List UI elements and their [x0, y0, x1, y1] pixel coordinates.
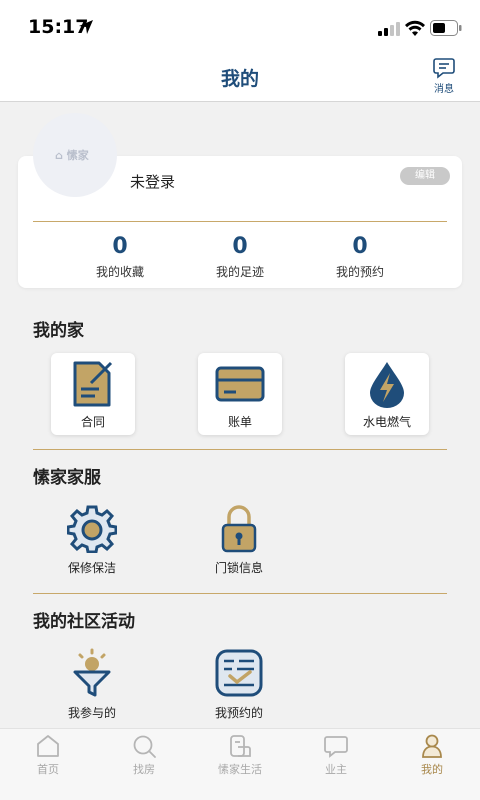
stat-favorites-label: 我的收藏 [95, 265, 144, 279]
tile-bill[interactable]: 账单 [198, 353, 282, 435]
edit-button[interactable]: 编辑 [400, 167, 450, 185]
nav-bar: 我的 消息 [0, 52, 480, 102]
page-title: 我的 [220, 68, 259, 90]
tab-owner[interactable]: 业主 [288, 733, 384, 777]
battery-icon [430, 20, 462, 36]
message-button[interactable]: 消息 [428, 56, 460, 96]
community-reserved[interactable]: 我预约的 [184, 648, 294, 721]
tile-utilities[interactable]: 水电燃气 [345, 353, 429, 435]
message-label: 消息 [434, 84, 454, 95]
service-door-lock-label: 门锁信息 [214, 561, 263, 575]
brand-logo: ⌂ 愫家 [55, 149, 89, 162]
tile-contract[interactable]: 合同 [51, 353, 135, 435]
stat-favorites[interactable]: 0 我的收藏 [60, 234, 180, 280]
section-title-my-home: 我的家 [33, 321, 84, 341]
status-bar: 15:17 [0, 0, 480, 52]
community-participated[interactable]: 我参与的 [37, 648, 147, 721]
stat-favorites-value: 0 [112, 234, 128, 259]
service-door-lock[interactable]: 门锁信息 [184, 503, 294, 576]
tab-mine-label: 我的 [421, 763, 443, 776]
stat-reservations[interactable]: 0 我的预约 [300, 234, 420, 280]
utilities-drop-icon [370, 362, 404, 408]
section-title-services: 愫家家服 [33, 468, 101, 488]
stat-footprint[interactable]: 0 我的足迹 [180, 234, 300, 280]
tab-home[interactable]: 首页 [0, 733, 96, 777]
life-icon [230, 735, 251, 757]
home-icon [37, 735, 59, 757]
section-title-community: 我的社区活动 [33, 612, 135, 632]
tab-home-label: 首页 [37, 763, 59, 776]
tab-bar: 首页 找房 愫家生活 业主 我的 [0, 728, 480, 800]
service-repair-cleaning[interactable]: 保修保洁 [37, 503, 147, 576]
section-divider-2 [33, 593, 447, 594]
cellular-signal-icon [378, 22, 400, 36]
search-icon [133, 735, 156, 758]
stat-footprint-label: 我的足迹 [215, 265, 264, 279]
tab-life[interactable]: 愫家生活 [192, 733, 288, 777]
stat-reservations-label: 我的预约 [335, 265, 384, 279]
tile-bill-label: 账单 [227, 415, 252, 429]
service-repair-cleaning-label: 保修保洁 [67, 561, 116, 575]
tab-find-house-label: 找房 [133, 763, 155, 776]
tab-find-house[interactable]: 找房 [96, 733, 192, 777]
tab-owner-label: 业主 [325, 763, 347, 776]
tab-life-label: 愫家生活 [218, 763, 262, 776]
login-status[interactable]: 未登录 [130, 171, 175, 192]
lock-icon [221, 505, 257, 553]
community-participated-label: 我参与的 [67, 706, 116, 720]
tile-contract-label: 合同 [80, 415, 105, 429]
person-icon [422, 734, 442, 758]
reservation-icon [215, 649, 263, 697]
participate-icon [73, 648, 111, 697]
chat-icon [324, 736, 348, 758]
wifi-icon [405, 20, 425, 36]
section-divider-1 [33, 449, 447, 450]
message-icon [433, 58, 455, 79]
stat-footprint-value: 0 [232, 234, 248, 259]
community-reserved-label: 我预约的 [214, 706, 263, 720]
brand-logo-text: 愫家 [66, 149, 89, 162]
profile-divider [33, 221, 447, 222]
location-arrow-icon [79, 20, 93, 34]
avatar[interactable]: ⌂ 愫家 [33, 113, 117, 197]
stat-reservations-value: 0 [352, 234, 368, 259]
tab-mine[interactable]: 我的 [384, 733, 480, 777]
bill-card-icon [215, 366, 265, 402]
tile-utilities-label: 水电燃气 [362, 415, 411, 429]
gear-icon [67, 505, 117, 553]
contract-icon [73, 361, 113, 407]
